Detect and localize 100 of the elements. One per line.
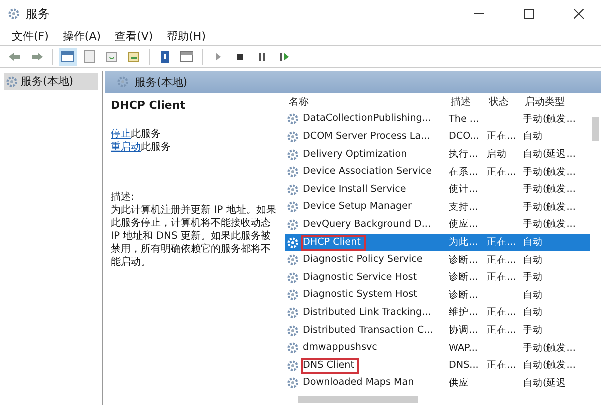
- gear-icon: [287, 148, 299, 161]
- startup-type-cell-text: 自动: [522, 288, 544, 302]
- service-row[interactable]: Device Install Service 使计... 手动(触发...: [285, 180, 590, 199]
- startup-type-cell-text: 自动: [522, 306, 544, 320]
- service-row[interactable]: Device Association Service 在系... 正在... 手动(触发...: [285, 163, 590, 181]
- gear-icon: [287, 166, 299, 178]
- status-cell-text: 正在...: [486, 306, 518, 320]
- gear-icon: [6, 76, 18, 88]
- service-name: Diagnostic Policy Service: [302, 253, 424, 268]
- description-cell-text: 维护...: [448, 306, 480, 320]
- tree-item[interactable]: 服务(本地): [4, 73, 98, 90]
- status-cell-text: 正在...: [486, 254, 518, 267]
- window-title: 服务: [26, 6, 51, 22]
- menu-item[interactable]: 文件(F): [6, 29, 55, 44]
- gear-icon: [287, 201, 299, 214]
- status-cell-text: 正在...: [486, 359, 518, 372]
- description-label: 描述:: [111, 190, 136, 204]
- startup-type-cell-text: 手动(触发...: [522, 112, 577, 126]
- service-name: Distributed Transaction C...: [302, 324, 434, 338]
- description-cell-text: 使应...: [448, 218, 480, 232]
- maximize-icon: [524, 9, 534, 19]
- close-icon: [574, 9, 584, 19]
- startup-type-cell-text: 手动(触发...: [522, 342, 577, 355]
- status-cell-text: 正在...: [486, 236, 518, 250]
- console-tree-button[interactable]: [59, 48, 77, 66]
- service-row[interactable]: DHCP Client 为此... 正在... 自动: [285, 234, 590, 252]
- status-cell-text: 正在...: [486, 166, 518, 179]
- startup-type-cell-text: 手动(触发...: [522, 218, 577, 232]
- service-row[interactable]: Diagnostic Service Host 诊断... 正在... 手动: [285, 268, 590, 287]
- startup-type-cell-text: 自动: [522, 130, 544, 144]
- help-book-icon: [158, 50, 172, 64]
- action-link[interactable]: 停止: [111, 129, 131, 140]
- action-link[interactable]: 重启动: [111, 142, 141, 153]
- gear-icon: [287, 289, 299, 302]
- service-name: Downloaded Maps Man: [302, 376, 416, 390]
- menu-item[interactable]: 查看(V): [109, 29, 160, 44]
- description-cell-text: 支持...: [448, 200, 480, 214]
- menu-item[interactable]: 帮助(H): [161, 29, 212, 44]
- window-icon: [180, 50, 194, 64]
- status-cell-text: 正在...: [486, 271, 518, 284]
- column-header[interactable]: 名称: [285, 94, 447, 109]
- service-row[interactable]: Diagnostic Policy Service 诊断... 正在... 自动: [285, 251, 590, 269]
- service-name: Delivery Optimization: [302, 148, 408, 162]
- status-cell-text: 启动: [486, 148, 508, 162]
- service-row[interactable]: Diagnostic System Host 诊断... 自动: [285, 286, 590, 304]
- startup-type-cell-text: 手动(触发...: [522, 200, 577, 214]
- service-name: DNS Client: [301, 358, 360, 374]
- service-row[interactable]: Downloaded Maps Man 供应 自动(延迟: [285, 374, 590, 392]
- service-row[interactable]: DevQuery Background D... 使应... 手动(触发...: [285, 216, 590, 234]
- service-row[interactable]: DataCollectionPublishing... The ... 手动(触发...: [285, 110, 590, 128]
- service-name: DevQuery Background D...: [302, 218, 432, 232]
- service-name: Diagnostic System Host: [302, 288, 418, 302]
- service-name: DataCollectionPublishing...: [302, 112, 433, 126]
- description-cell-text: 供应: [448, 376, 470, 390]
- service-name: Distributed Link Tracking...: [302, 306, 432, 320]
- startup-type-cell-text: 自动(延迟...: [522, 148, 577, 162]
- panel-title: 服务(本地): [135, 74, 188, 90]
- action-text: 此服务: [141, 142, 171, 153]
- gear-icon: [287, 324, 299, 337]
- service-row[interactable]: dmwappushsvc WAP... 手动(触发...: [285, 339, 590, 357]
- gear-icon: [287, 130, 299, 143]
- action-text: 此服务: [131, 129, 161, 140]
- gear-icon: [8, 8, 20, 20]
- startup-type-cell-text: 手动(触发...: [522, 166, 577, 179]
- gear-icon: [287, 306, 299, 319]
- description-cell-text: 协调...: [448, 324, 480, 338]
- service-row[interactable]: DCOM Server Process La... DCO... 正在... 自动: [285, 128, 590, 146]
- startup-type-cell-text: 自动: [522, 254, 544, 267]
- gear-icon: [287, 218, 299, 231]
- description-cell-text: DCO...: [448, 131, 480, 142]
- gear-icon: [287, 360, 299, 372]
- gear-icon: [287, 113, 299, 126]
- description-cell-text: 在系...: [448, 166, 480, 179]
- gear-icon: [117, 76, 129, 88]
- gear-icon: [287, 377, 299, 390]
- column-header[interactable]: 状态: [485, 94, 521, 109]
- gear-icon: [287, 272, 299, 284]
- startup-type-cell-text: 自动: [522, 236, 544, 250]
- service-row[interactable]: Delivery Optimization 执行... 启动 自动(延迟...: [285, 146, 590, 164]
- service-row[interactable]: Device Setup Manager 支持... 手动(触发...: [285, 198, 590, 216]
- description-cell-text: DNS...: [448, 360, 480, 372]
- description-text: 为此计算机注册并更新 IP 地址。如果此服务停止，计算机将不能接收动态 IP 地址和 DNS 更新。如果此服务被禁用，所有明确依赖它的服务都将不能启动。: [111, 204, 278, 269]
- service-name: DHCP Client: [301, 234, 366, 251]
- service-name: Device Install Service: [302, 182, 408, 197]
- service-name: Diagnostic Service Host: [302, 270, 418, 285]
- column-header[interactable]: 描述: [447, 94, 485, 109]
- startup-type-cell-text: 自动(延迟: [522, 376, 568, 390]
- service-row[interactable]: Distributed Link Tracking... 维护... 正在... 自动: [285, 304, 590, 322]
- startup-type-cell-text: 手动: [522, 271, 544, 284]
- description-cell-text: 诊断...: [448, 271, 480, 284]
- description-cell-text: The ...: [448, 114, 480, 125]
- menu-item[interactable]: 操作(A): [56, 29, 108, 44]
- service-row[interactable]: DNS Client DNS... 正在... 自动(触发...: [285, 356, 590, 374]
- panel-icon: [61, 50, 75, 64]
- service-row[interactable]: Distributed Transaction C... 协调... 正在... 手动: [285, 322, 590, 340]
- column-header[interactable]: 启动类型: [521, 94, 590, 109]
- service-name: Device Association Service: [302, 165, 433, 180]
- service-title: DHCP Client: [111, 99, 186, 112]
- status-cell-text: 正在...: [486, 324, 518, 338]
- gear-icon: [287, 254, 299, 266]
